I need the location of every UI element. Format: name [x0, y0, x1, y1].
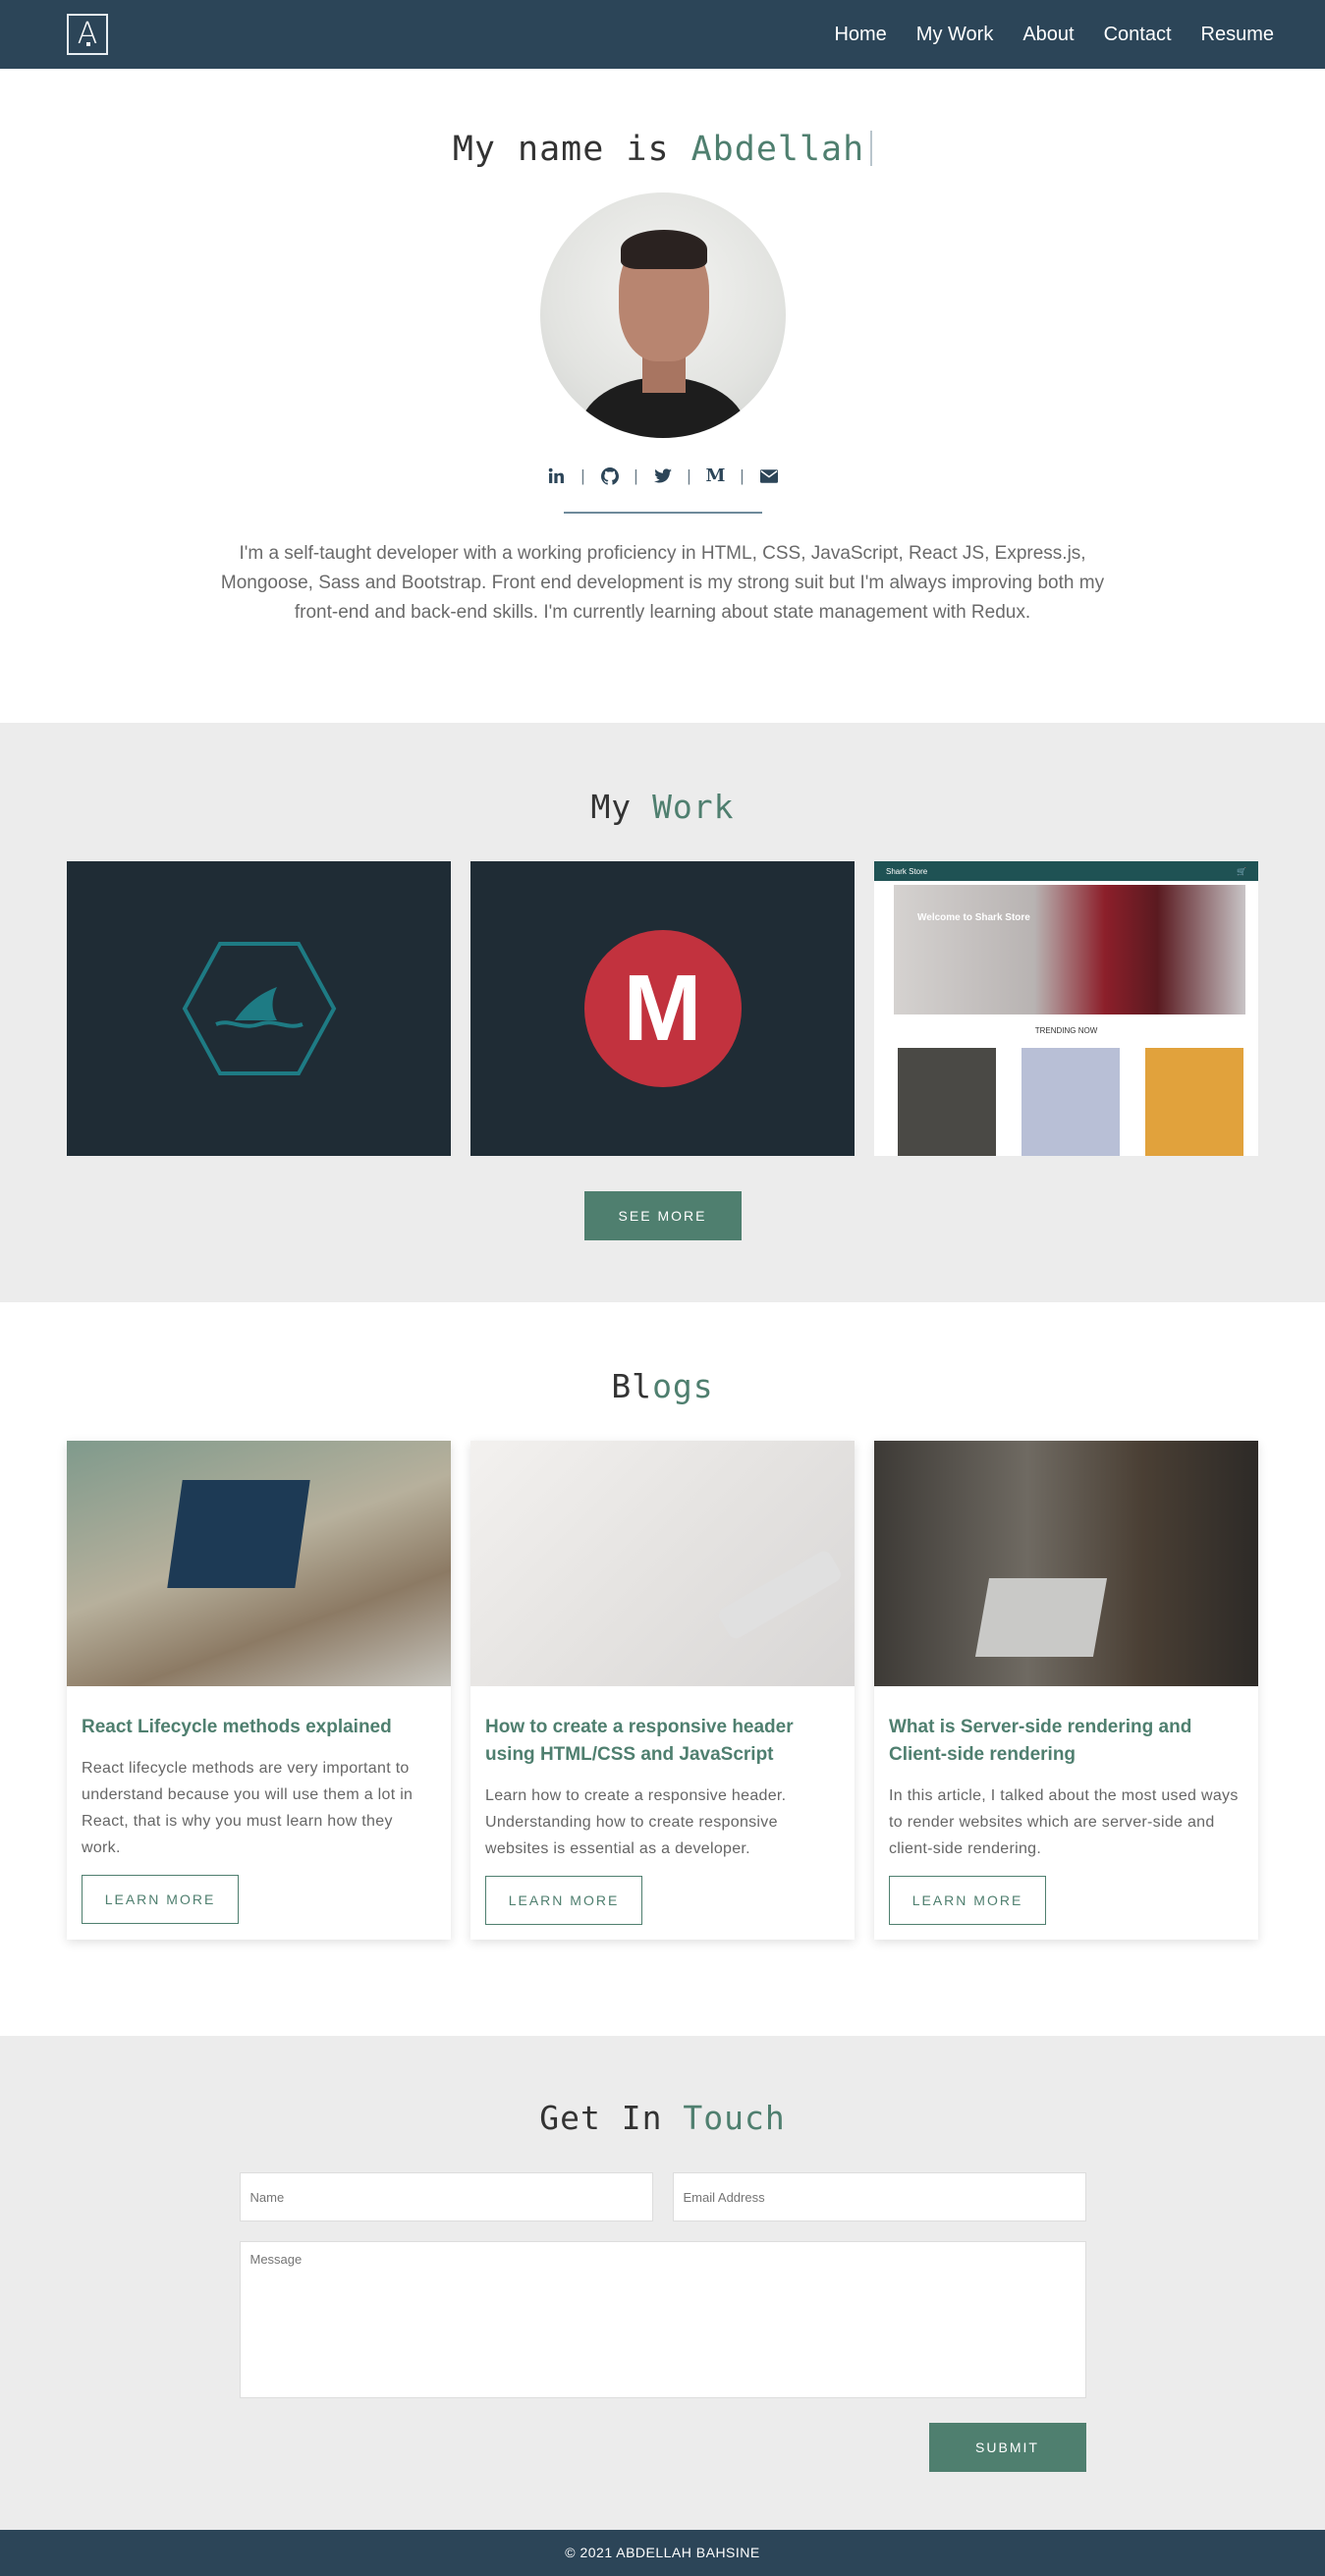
social-links: | | | M | [0, 466, 1325, 486]
contact-section: Get In Touch SUBMIT [0, 2036, 1325, 2530]
blog-card: What is Server-side rendering and Client… [874, 1441, 1258, 1940]
submit-button[interactable]: SUBMIT [928, 2423, 1086, 2472]
work-card-shark-store[interactable]: Shark Store 🛒 Welcome to Shark Store TREN… [874, 861, 1258, 1156]
blog-excerpt: In this article, I talked about the most… [889, 1787, 1239, 1857]
store-welcome: Welcome to Shark Store [917, 912, 1030, 923]
hero-section: My name is Abdellah | | | M | I'm a self… [0, 69, 1325, 723]
logo-letter: A [77, 17, 98, 51]
top-nav: A Home My Work About Contact Resume [0, 0, 1325, 69]
envelope-icon[interactable] [751, 468, 787, 483]
contact-title-b: Touch [683, 2099, 786, 2137]
store-brand: Shark Store [886, 866, 928, 876]
social-separator: | [687, 466, 691, 485]
contact-form: SUBMIT [239, 2172, 1086, 2472]
store-cart-icon: 🛒 [1237, 866, 1246, 876]
blog-grid: React Lifecycle methods explained React … [0, 1441, 1325, 1940]
medium-logo: M [583, 930, 742, 1087]
store-topbar: Shark Store 🛒 [874, 861, 1258, 881]
work-title-b: Work [652, 788, 735, 826]
nav-link-about[interactable]: About [1022, 24, 1074, 46]
work-grid: M Shark Store 🛒 Welcome to Shark Store TR… [0, 861, 1325, 1156]
store-banner: Welcome to Shark Store [894, 885, 1245, 1014]
copyright-text: © 2021 ABDELLAH BAHSINE [565, 2545, 760, 2560]
blog-card: How to create a responsive header using … [470, 1441, 855, 1940]
logo[interactable]: A [67, 14, 108, 55]
nav-link-home[interactable]: Home [834, 24, 886, 46]
hero-heading: My name is Abdellah [0, 130, 1325, 169]
work-title: My Work [0, 788, 1325, 826]
blogs-section: Blogs React Lifecycle methods explained … [0, 1302, 1325, 2036]
hero-heading-prefix: My name is [452, 130, 670, 169]
avatar [539, 192, 786, 438]
social-separator: | [634, 466, 638, 485]
footer: © 2021 ABDELLAH BAHSINE [0, 2530, 1325, 2576]
blogs-title-b: ogs [652, 1367, 714, 1405]
work-card-medium[interactable]: M [470, 861, 855, 1156]
contact-title: Get In Touch [0, 2099, 1325, 2137]
nav-link-my-work[interactable]: My Work [916, 24, 994, 46]
learn-more-button[interactable]: LEARN MORE [889, 1876, 1046, 1925]
see-more-button[interactable]: SEE MORE [583, 1191, 742, 1240]
hero-divider [563, 512, 762, 514]
typing-cursor [870, 131, 873, 166]
linkedin-icon[interactable] [539, 467, 575, 484]
blog-image-laptop [67, 1441, 451, 1686]
social-separator: | [740, 466, 745, 485]
social-separator: | [580, 466, 585, 485]
contact-title-a: Get In [539, 2099, 663, 2137]
blog-title[interactable]: What is Server-side rendering and Client… [889, 1714, 1243, 1769]
learn-more-button[interactable]: LEARN MORE [82, 1875, 239, 1924]
shark-hexagon-icon [182, 942, 336, 1075]
blog-image-phone [470, 1441, 855, 1686]
store-product [1145, 1048, 1243, 1156]
email-input[interactable] [672, 2172, 1086, 2221]
store-product [898, 1048, 996, 1156]
github-icon[interactable] [592, 466, 628, 485]
blog-card: React Lifecycle methods explained React … [67, 1441, 451, 1940]
about-text: I'm a self-taught developer with a worki… [220, 543, 1105, 623]
work-card-shark[interactable] [67, 861, 451, 1156]
blog-excerpt: Learn how to create a responsive header.… [485, 1787, 787, 1857]
blogs-title-a: Bl [611, 1367, 653, 1405]
store-product [1021, 1048, 1120, 1156]
nav-links: Home My Work About Contact Resume [834, 24, 1274, 46]
avatar-hair [620, 230, 707, 269]
work-title-a: My [590, 788, 633, 826]
nav-link-resume[interactable]: Resume [1201, 24, 1274, 46]
twitter-icon[interactable] [645, 467, 681, 484]
blog-excerpt: React lifecycle methods are very importa… [82, 1760, 414, 1856]
my-work-section: My Work M Shark Store 🛒 Welcome to Shark … [0, 723, 1325, 1302]
blog-image-man-laptop [874, 1441, 1258, 1686]
name-input[interactable] [239, 2172, 653, 2221]
hero-heading-name: Abdellah [690, 130, 865, 169]
store-trending: TRENDING NOW [1034, 1026, 1098, 1035]
blog-title[interactable]: React Lifecycle methods explained [82, 1714, 436, 1741]
message-textarea[interactable] [239, 2241, 1086, 2398]
learn-more-button[interactable]: LEARN MORE [485, 1876, 642, 1925]
blogs-title: Blogs [0, 1367, 1325, 1405]
blog-title[interactable]: How to create a responsive header using … [485, 1714, 840, 1769]
nav-link-contact[interactable]: Contact [1104, 24, 1172, 46]
medium-icon[interactable]: M [698, 466, 734, 486]
